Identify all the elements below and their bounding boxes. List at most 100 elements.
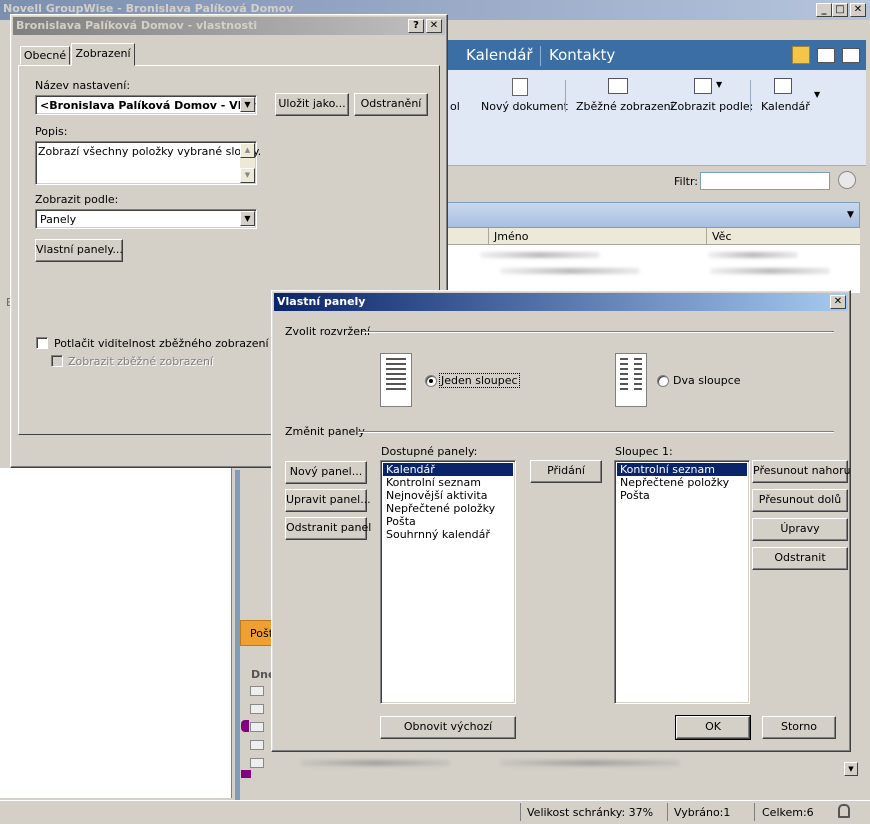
tab-calendar[interactable]: Kalendář bbox=[466, 46, 533, 64]
custom-panels-title: Vlastní panely bbox=[277, 295, 366, 308]
toolbar-partial-label[interactable]: ol bbox=[450, 100, 460, 113]
show-quick-view-label: Zobrazit zběžné zobrazení bbox=[68, 355, 214, 368]
category-marker bbox=[241, 720, 249, 732]
close-button[interactable]: ✕ bbox=[426, 19, 442, 33]
change-panels-section-label: Změnit panely bbox=[285, 425, 365, 438]
setting-name-combo[interactable]: <Bronislava Palíková Domov - Vlastní> ▼ bbox=[35, 95, 257, 115]
ok-button[interactable]: OK bbox=[675, 715, 751, 740]
two-columns-label[interactable]: Dva sloupce bbox=[673, 374, 741, 387]
scroll-down-icon[interactable]: ▼ bbox=[240, 168, 255, 183]
move-down-button[interactable]: Přesunout dolů bbox=[752, 489, 848, 512]
delete-button[interactable]: Odstranit bbox=[752, 547, 848, 570]
one-column-layout-icon bbox=[380, 353, 412, 407]
list-item[interactable]: Pošta bbox=[383, 515, 513, 528]
grid-view-icon[interactable] bbox=[842, 48, 860, 63]
show-quick-view-checkbox[interactable] bbox=[51, 355, 63, 367]
display-by-icon bbox=[694, 78, 712, 94]
blurred-row bbox=[480, 252, 600, 258]
scrollbar[interactable]: ▲ ▼ bbox=[240, 143, 255, 183]
two-columns-layout-icon bbox=[615, 353, 647, 407]
mail-icon bbox=[250, 704, 264, 714]
one-column-label[interactable]: Jeden sloupec bbox=[439, 373, 520, 388]
scroll-down-icon[interactable]: ▼ bbox=[844, 762, 858, 776]
calendar-icon bbox=[774, 78, 792, 94]
mail-icon bbox=[250, 722, 264, 732]
list-item[interactable]: Kontrolní seznam bbox=[383, 476, 513, 489]
close-button[interactable]: ✕ bbox=[850, 3, 866, 17]
layout-section-label: Zvolit rozvržení bbox=[285, 325, 371, 338]
minimize-button[interactable]: _ bbox=[816, 3, 832, 17]
tab-general[interactable]: Obecné bbox=[20, 46, 70, 65]
display-by-combo[interactable]: Panely ▼ bbox=[35, 209, 257, 229]
new-document-icon bbox=[512, 78, 528, 96]
list-item[interactable]: Nejnovější aktivita bbox=[383, 489, 513, 502]
two-columns-radio[interactable] bbox=[657, 375, 669, 387]
mail-icon bbox=[250, 740, 264, 750]
custom-panels-button[interactable]: Vlastní panely... bbox=[35, 239, 123, 262]
column-divider bbox=[488, 228, 489, 245]
status-mailbox-size: Velikost schránky: 37% bbox=[527, 806, 654, 819]
scroll-up-icon[interactable]: ▲ bbox=[240, 143, 255, 158]
suppress-quick-view-checkbox[interactable] bbox=[36, 337, 48, 349]
close-button[interactable]: ✕ bbox=[830, 295, 846, 309]
move-up-button[interactable]: Přesunout nahoru bbox=[752, 460, 851, 483]
nav-separator bbox=[540, 46, 541, 66]
chevron-down-icon[interactable]: ▼ bbox=[847, 210, 854, 220]
chevron-down-icon[interactable]: ▼ bbox=[716, 80, 722, 89]
list-item[interactable]: Souhrnný kalendář bbox=[383, 528, 513, 541]
lock-icon bbox=[838, 804, 850, 818]
custom-panels-dialog: Vlastní panely ✕ Zvolit rozvržení Jeden … bbox=[271, 290, 851, 752]
blurred-row bbox=[710, 268, 830, 274]
display-by-value: Panely bbox=[40, 213, 77, 226]
add-button[interactable]: Přidání bbox=[530, 460, 602, 483]
description-textarea[interactable]: Zobrazí všechny položky vybrané složky. … bbox=[35, 141, 261, 185]
section-divider bbox=[358, 431, 834, 433]
mail-icon bbox=[250, 686, 264, 696]
tab-display[interactable]: Zobrazení bbox=[71, 43, 135, 66]
column-header-name[interactable]: Jméno bbox=[494, 230, 528, 243]
blurred-row bbox=[300, 760, 450, 766]
quick-view-button[interactable]: Zběžné zobrazení bbox=[576, 100, 674, 113]
column-divider bbox=[706, 228, 707, 245]
status-divider bbox=[667, 803, 668, 821]
description-value: Zobrazí všechny položky vybrané složky. bbox=[38, 145, 262, 158]
list-item[interactable]: Pošta bbox=[617, 489, 747, 502]
filter-input[interactable] bbox=[700, 172, 830, 190]
help-button[interactable]: ? bbox=[408, 19, 424, 33]
new-document-button[interactable]: Nový dokument bbox=[481, 100, 568, 113]
restore-default-button[interactable]: Obnovit výchozí bbox=[380, 716, 516, 739]
remove-button[interactable]: Odstranění bbox=[354, 93, 428, 116]
chevron-down-icon[interactable]: ▼ bbox=[240, 211, 255, 226]
folders-icon[interactable] bbox=[792, 46, 810, 64]
available-panels-list[interactable]: Kalendář Kontrolní seznam Nejnovější akt… bbox=[380, 460, 516, 704]
status-bar bbox=[0, 800, 870, 824]
toolbar bbox=[440, 70, 866, 166]
list-item[interactable]: Kontrolní seznam bbox=[617, 463, 747, 476]
setting-name-label: Název nastavení: bbox=[35, 79, 131, 92]
column-one-list[interactable]: Kontrolní seznam Nepřečtené položky Pošt… bbox=[614, 460, 750, 704]
list-item[interactable]: Nepřečtené položky bbox=[617, 476, 747, 489]
chevron-down-icon[interactable]: ▼ bbox=[814, 90, 820, 99]
one-column-radio[interactable] bbox=[425, 375, 437, 387]
column-header-subject[interactable]: Věc bbox=[712, 230, 732, 243]
tab-contacts[interactable]: Kontakty bbox=[549, 46, 615, 64]
new-panel-button[interactable]: Nový panel... bbox=[285, 461, 367, 484]
save-as-button[interactable]: Uložit jako... bbox=[275, 93, 349, 116]
edit-button[interactable]: Úpravy bbox=[752, 518, 848, 541]
list-view-icon[interactable] bbox=[817, 48, 835, 63]
status-divider bbox=[754, 803, 755, 821]
list-item[interactable]: Nepřečtené položky bbox=[383, 502, 513, 515]
properties-dialog-title: Bronislava Palíková Domov - vlastnosti bbox=[16, 19, 258, 32]
edit-panel-button[interactable]: Upravit panel... bbox=[285, 489, 371, 512]
chevron-down-icon[interactable]: ▼ bbox=[240, 97, 255, 112]
section-divider bbox=[362, 331, 834, 333]
filter-clear-icon[interactable] bbox=[838, 171, 856, 189]
list-item[interactable]: Kalendář bbox=[383, 463, 513, 476]
cancel-button[interactable]: Storno bbox=[762, 716, 836, 739]
maximize-button[interactable]: □ bbox=[832, 3, 848, 17]
folder-tree[interactable] bbox=[0, 468, 232, 798]
display-by-button[interactable]: Zobrazit podle: bbox=[670, 100, 753, 113]
delete-panel-button[interactable]: Odstranit panel bbox=[285, 517, 371, 540]
calendar-button[interactable]: Kalendář bbox=[761, 100, 810, 113]
filter-label: Filtr: bbox=[674, 175, 698, 188]
